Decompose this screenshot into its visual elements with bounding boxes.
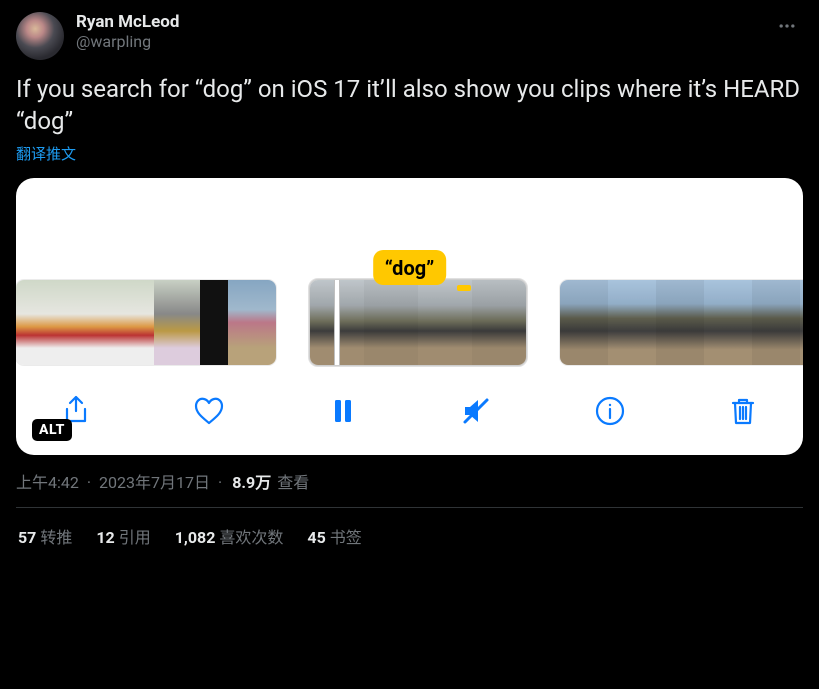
dot-separator [85, 473, 93, 492]
media-top-space [16, 178, 803, 260]
heart-icon [192, 394, 226, 428]
speaker-muted-icon [459, 394, 493, 428]
info-button[interactable] [588, 389, 632, 433]
stat-count: 57 [18, 528, 36, 547]
views-label: 查看 [277, 469, 309, 493]
mute-button[interactable] [454, 389, 498, 433]
clip-frame [418, 280, 472, 365]
retweets-stat[interactable]: 57转推 [18, 524, 72, 548]
clip-group-1[interactable] [16, 280, 276, 365]
tweet-meta: 上午4:42 2023年7月17日 8.9万 查看 [16, 469, 803, 508]
media-attachment[interactable]: “dog” [16, 178, 803, 455]
clip-frame [800, 280, 803, 365]
clip-frame [656, 280, 704, 365]
clip-frame [154, 280, 200, 365]
bookmarks-stat[interactable]: 45 书签 [307, 524, 361, 548]
clip-frame [16, 280, 62, 365]
clip-frame [108, 280, 154, 365]
clip-frame [704, 280, 752, 365]
clip-frame [62, 280, 108, 365]
stat-label: 转推 [40, 528, 72, 547]
stat-count: 45 [307, 528, 325, 547]
trash-icon [726, 394, 760, 428]
user-names[interactable]: Ryan McLeod @warpling [76, 12, 179, 52]
media-toolbar [16, 375, 803, 455]
trash-button[interactable] [721, 389, 765, 433]
alt-badge[interactable]: ALT [32, 419, 72, 441]
dot-separator [216, 473, 224, 492]
tweet-text: If you search for “dog” on iOS 17 it’ll … [16, 74, 803, 137]
clip-frame [608, 280, 656, 365]
like-button[interactable] [187, 389, 231, 433]
more-icon [777, 16, 797, 36]
quotes-stat[interactable]: 12 引用 [96, 524, 150, 548]
clip-frame [560, 280, 608, 365]
info-icon [593, 394, 627, 428]
stat-label: 书签 [330, 528, 362, 547]
clip-frame [472, 280, 526, 365]
stat-label: 喜欢次数 [219, 528, 283, 547]
stat-count: 12 [96, 528, 114, 547]
user-handle: @warpling [76, 32, 179, 51]
tweet-stats: 57转推 12 引用 1,082喜欢次数 45 书签 [16, 508, 803, 558]
more-button[interactable] [771, 12, 803, 44]
clip-group-3[interactable] [560, 280, 803, 365]
clip-frame [364, 280, 418, 365]
avatar[interactable] [16, 12, 64, 60]
clip-frame [200, 280, 228, 365]
clip-group-2-active[interactable] [310, 280, 526, 365]
stat-label: 引用 [119, 528, 151, 547]
tweet-date[interactable]: 2023年7月17日 [99, 469, 210, 493]
clip-frame [228, 280, 276, 365]
timeline-playhead[interactable] [334, 280, 340, 365]
likes-stat[interactable]: 1,082喜欢次数 [175, 524, 284, 548]
pause-button[interactable] [321, 389, 365, 433]
tweet-header: Ryan McLeod @warpling [16, 12, 803, 60]
translate-link[interactable]: 翻译推文 [16, 143, 803, 164]
pause-icon [326, 394, 360, 428]
views-count: 8.9万 [232, 469, 271, 493]
clip-frame [752, 280, 800, 365]
search-term-tooltip: “dog” [373, 250, 447, 285]
tooltip-marker [457, 285, 471, 291]
stat-count: 1,082 [175, 528, 216, 547]
display-name: Ryan McLeod [76, 12, 179, 32]
tweet-time[interactable]: 上午4:42 [16, 469, 79, 493]
tweet-card: Ryan McLeod @warpling If you search for … [0, 0, 819, 564]
